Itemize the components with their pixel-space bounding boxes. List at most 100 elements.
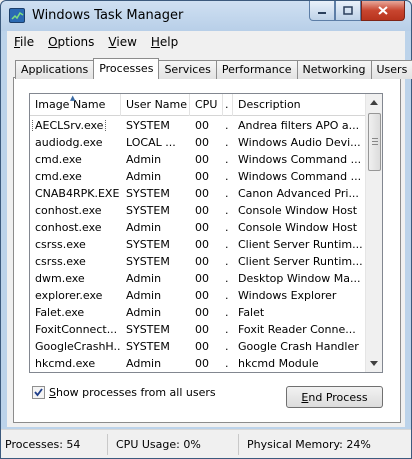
tab-users[interactable]: Users [370,60,412,79]
process-cpu: 00 [195,272,209,285]
process-description: Desktop Window Ma... [238,272,361,285]
menu-options[interactable]: Options [41,35,101,49]
scroll-up-button[interactable] [366,94,382,111]
close-button[interactable] [361,1,405,21]
minimize-icon [318,11,326,14]
process-image-name: conhost.exe [35,221,102,234]
tab-applications[interactable]: Applications [15,60,95,79]
process-row[interactable]: CNAB4RPK.EXE SYSTEM 00. Canon Advanced Pri.… [30,185,366,202]
process-image-name: audiodg.exe [35,136,103,149]
process-memory: . [225,187,229,200]
process-row[interactable]: audiodg.exe LOCAL ... 00. Windows Audio Dev… [30,134,366,151]
process-description: Windows Command ... [238,170,362,183]
status-processes: Processes: 54 [1,433,108,455]
client-area: Applications Processes Services Performa… [7,53,412,427]
process-description: hkcmd Module [238,357,319,370]
process-memory: . [225,153,229,166]
column-header-description[interactable]: Description [233,94,366,116]
process-user-name: Admin [126,221,162,234]
process-cpu: 00 [195,306,209,319]
show-all-users-checkbox[interactable] [32,386,45,399]
process-user-name: Admin [126,170,162,183]
process-description: Console Window Host [238,204,358,217]
process-row[interactable]: csrss.exe SYSTEM 00. Client Server Runtim..… [30,253,366,270]
show-all-users-text: how processes from all users [55,386,216,399]
process-image-name: cmd.exe [35,153,82,166]
process-user-name: SYSTEM [126,238,170,251]
tab-services[interactable]: Services [158,60,217,79]
status-bar: Processes: 54 CPU Usage: 0% Physical Mem… [1,429,411,458]
process-list[interactable]: ▲ Image Name User Name CPU . Description… [29,93,383,373]
vertical-scrollbar[interactable] [365,94,382,372]
process-image-name: dwm.exe [35,272,85,285]
process-row[interactable]: FoxitConnect... SYSTEM 00. Foxit Reader Con… [30,321,366,338]
process-row[interactable]: hkcmd.exe Admin 00. hkcmd Module [30,355,366,372]
process-cpu: 00 [195,357,209,370]
scroll-down-button[interactable] [366,355,382,372]
menu-help-label: elp [159,35,179,49]
process-memory: . [225,289,229,302]
process-row[interactable]: GoogleCrashH... SYSTEM 00. Google Crash Han… [30,338,366,355]
process-row[interactable]: explorer.exe Admin 00. Windows Explorer [30,287,366,304]
end-process-button[interactable]: End Process [286,386,383,408]
maximize-icon [343,6,353,15]
column-header-cpu[interactable]: CPU [190,94,223,116]
scrollbar-thumb[interactable] [368,113,381,171]
menu-view[interactable]: View [101,35,143,49]
process-user-name: Admin [126,272,162,285]
process-row[interactable]: conhost.exe SYSTEM 00. Console Window Host [30,202,366,219]
window-title: Windows Task Manager [32,8,184,23]
title-bar[interactable]: Windows Task Manager [1,1,411,31]
process-memory: . [225,119,229,132]
show-all-users-accel: S [49,386,56,399]
process-row[interactable]: csrss.exe SYSTEM 00. Client Server Runtim..… [30,236,366,253]
process-cpu: 00 [195,204,209,217]
column-header-user-name[interactable]: User Name [121,94,190,116]
process-list-header: ▲ Image Name User Name CPU . Description [30,94,366,116]
menu-view-label: iew [116,35,137,49]
show-all-users-label: Show processes from all users [49,386,216,399]
process-description: Google Crash Handler [238,340,359,353]
process-cpu: 00 [195,170,209,183]
process-user-name: SYSTEM [126,323,170,336]
scroll-up-icon [370,100,378,105]
tab-processes[interactable]: Processes [93,58,160,79]
process-image-name: AECLSrv.exe [30,119,121,132]
tab-strip: Applications Processes Services Performa… [15,58,412,79]
process-image-name: cmd.exe [35,170,82,183]
show-all-users-row[interactable]: Show processes from all users [32,386,216,399]
sort-ascending-icon: ▲ [70,94,76,102]
process-row[interactable]: AECLSrv.exe SYSTEM 00. Andrea filters APO a… [30,117,366,134]
process-user-name: LOCAL ... [126,136,176,149]
task-manager-window: Windows Task Manager File Options View H… [0,0,412,459]
process-description: Client Server Runtim... [238,238,363,251]
process-row[interactable]: dwm.exe Admin 00. Desktop Window Ma... [30,270,366,287]
column-header-memory[interactable]: . [223,94,233,116]
checkmark-icon [34,388,43,397]
tab-performance[interactable]: Performance [215,60,298,79]
minimize-button[interactable] [309,1,335,21]
process-image-name: csrss.exe [35,255,86,268]
process-user-name: Admin [126,153,162,166]
process-cpu: 00 [195,136,209,149]
close-icon [378,6,388,15]
maximize-button[interactable] [335,1,361,21]
menu-file-label: ile [20,35,35,49]
process-cpu: 00 [195,187,209,200]
process-memory: . [225,255,229,268]
process-cpu: 00 [195,340,209,353]
tab-networking[interactable]: Networking [296,60,372,79]
process-memory: . [225,357,229,370]
column-header-image-name[interactable]: ▲ Image Name [30,94,121,116]
process-image-name: GoogleCrashH... [35,340,121,353]
process-row[interactable]: conhost.exe Admin 00. Console Window Host [30,219,366,236]
menu-help[interactable]: Help [144,35,185,49]
process-user-name: SYSTEM [126,255,170,268]
task-manager-app-icon [9,8,25,23]
process-user-name: SYSTEM [126,340,170,353]
process-row[interactable]: Falet.exe Admin 00. Falet [30,304,366,321]
end-process-label: nd Process [308,390,368,404]
menu-file[interactable]: File [7,35,41,49]
process-row[interactable]: cmd.exe Admin 00. Windows Command ... [30,151,366,168]
process-row[interactable]: cmd.exe Admin 00. Windows Command ... [30,168,366,185]
